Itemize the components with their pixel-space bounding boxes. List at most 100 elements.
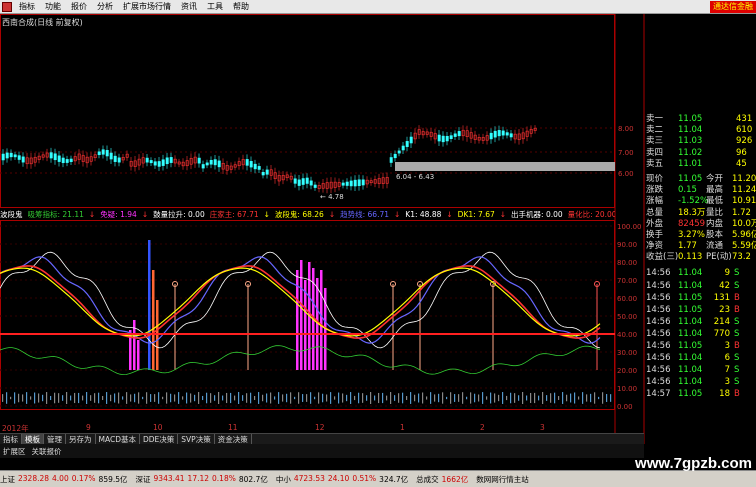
candle-body: [53, 153, 57, 161]
index-change: 17.12: [187, 473, 210, 483]
volume-bar: [234, 395, 236, 401]
stat-row: 现价 11.05 今开 11.20: [644, 174, 756, 185]
volume-bar: [330, 392, 332, 404]
stat-label: 涨跌: [646, 185, 664, 196]
watermark: www.7gpzb.com: [635, 455, 752, 472]
tab-4[interactable]: MACD基本: [96, 433, 140, 445]
osc-panel-border: [0, 220, 615, 410]
volume-bar: [182, 396, 184, 400]
stat-value: 10.91: [732, 196, 756, 207]
stat-label: 最高: [706, 185, 724, 196]
menu-item-tools[interactable]: 工具: [207, 1, 223, 12]
osc-tick-label: 0.00: [617, 403, 633, 411]
indicator-value: 量化比: 20.00: [567, 209, 615, 219]
tab-ext-0[interactable]: 扩展区: [0, 446, 29, 457]
volume-bar: [454, 394, 456, 402]
tick-list: 14:56 11.04 9 S 14:56 11.04 42 S 14:56 11.05 131 B 1…: [644, 267, 756, 400]
volume-bar: [254, 396, 256, 400]
volume-bar: [6, 392, 8, 404]
candle-body: [305, 177, 309, 184]
volume-bar: [582, 392, 584, 404]
volume-bar: [338, 392, 340, 404]
ask-price: 11.04: [678, 125, 703, 136]
tick-row: 14:56 11.04 214 S: [644, 316, 756, 328]
indicator-value: 庄家主: 67.71: [209, 209, 259, 219]
candle-body: [437, 134, 441, 142]
volume-bar: [442, 392, 444, 404]
tick-price: 11.05: [678, 304, 703, 315]
volume-bar: [122, 396, 124, 400]
volume-bar: [362, 393, 364, 403]
ask-row: 卖五 11.01 45: [644, 159, 756, 170]
tab-1[interactable]: 模板: [22, 433, 44, 445]
tick-volume: 18: [719, 389, 730, 400]
volume-bar: [486, 396, 488, 400]
volume-bar: [14, 392, 16, 404]
volume-bar: [518, 395, 520, 401]
tick-price: 11.05: [678, 341, 703, 351]
tab-3[interactable]: 另存为: [66, 433, 96, 445]
tab-0[interactable]: 指标: [0, 433, 22, 445]
tick-time: 14:56: [646, 268, 671, 279]
month-label: 11: [228, 423, 238, 432]
tick-volume: 3: [724, 341, 730, 351]
candle-body: [353, 179, 357, 187]
menu-item-function[interactable]: 功能: [45, 1, 61, 12]
range-annotation: 6.04 - 6.43: [396, 173, 434, 181]
volume-bar: [198, 392, 200, 404]
index-label: 数网网行情主站: [476, 474, 529, 484]
ask-volume: 96: [736, 147, 747, 158]
volume-bar: [498, 394, 500, 402]
volume-bar: [322, 393, 324, 403]
tick-volume: 131: [713, 292, 730, 303]
stat-label: 量比: [706, 207, 724, 218]
volume-bar: [318, 392, 320, 404]
chart-area[interactable]: 8.007.006.00 6.04 - 6.43 ← 4.78 100.0090…: [0, 14, 756, 444]
volume-bar: [526, 395, 528, 401]
volume-bar: [242, 395, 244, 401]
tab-5[interactable]: DDE决策: [140, 433, 179, 445]
volume-bar: [478, 394, 480, 402]
menu-item-indicator[interactable]: 指标: [19, 1, 35, 12]
tick-time: 14:56: [646, 328, 671, 339]
candle-body: [149, 160, 153, 164]
candlestick-series: [1, 125, 537, 194]
menu-item-analysis[interactable]: 分析: [97, 1, 113, 12]
volume-bar: [418, 393, 420, 403]
indicator-value: ↓: [88, 209, 96, 219]
volume-bar: [30, 396, 32, 400]
tick-side: S: [734, 328, 740, 339]
tick-side: B: [734, 304, 740, 315]
volume-bar: [118, 392, 120, 404]
tab-6[interactable]: SVP决策: [178, 433, 215, 445]
volume-bar: [550, 393, 552, 403]
index-segment: 数网网行情主站: [476, 474, 529, 485]
stat-value: 11.20: [732, 173, 756, 184]
candle-body: [297, 179, 301, 186]
osc-tick-label: 50.00: [617, 313, 637, 321]
volume-bar: [574, 392, 576, 404]
lower-histogram: [2, 392, 612, 404]
broker-link[interactable]: 通达信金融: [710, 1, 756, 13]
tab-ext-1[interactable]: 关联报价: [29, 446, 65, 457]
index-label: 总成交: [416, 474, 439, 484]
volume-bar: [450, 392, 452, 404]
volume-bar: [346, 394, 348, 402]
volume-bar: [402, 392, 404, 404]
volume-bar: [54, 392, 56, 404]
menu-item-help[interactable]: 帮助: [233, 1, 249, 12]
volume-bar: [358, 392, 360, 404]
menu-item-extended-market[interactable]: 扩展市场行情: [123, 1, 171, 12]
candle-body: [253, 163, 257, 170]
tab-2[interactable]: 管理: [44, 433, 66, 445]
indicator-value: ↓: [263, 209, 270, 219]
tab-7[interactable]: 资金决策: [215, 433, 252, 445]
tick-row: 14:56 11.04 6 S: [644, 352, 756, 364]
menu-item-quote[interactable]: 报价: [71, 1, 87, 12]
candle-body: [109, 152, 113, 160]
tick-side: S: [734, 316, 740, 327]
indicator-value: ↓: [141, 209, 149, 219]
stat-value: 3.27%: [678, 229, 706, 240]
menu-item-news[interactable]: 资讯: [181, 1, 197, 12]
tick-time: 14:57: [646, 389, 671, 400]
